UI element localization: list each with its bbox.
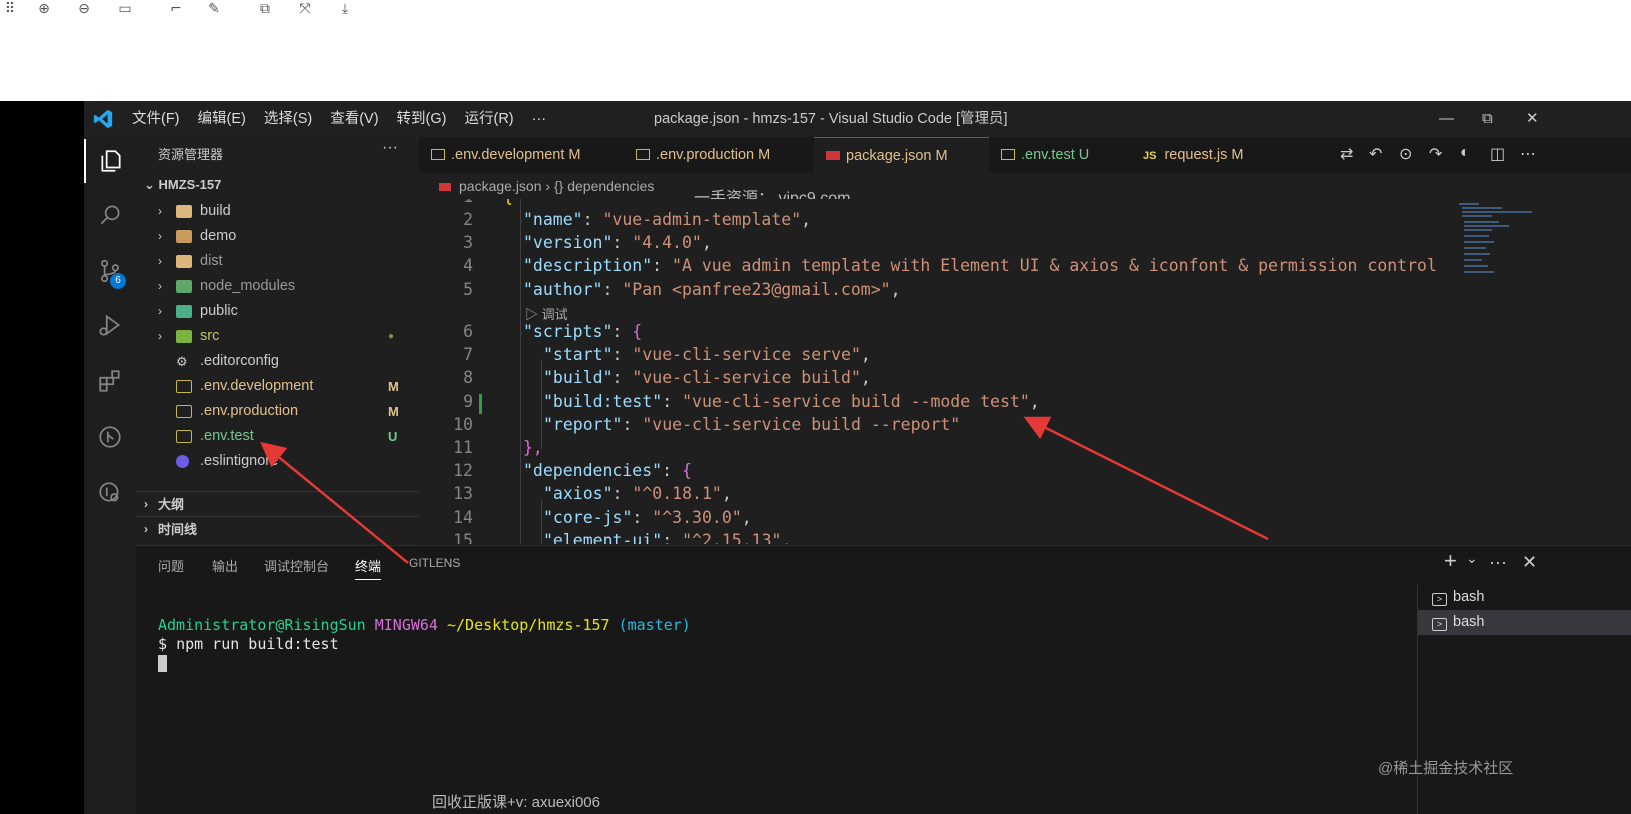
zoom-out-icon[interactable]: ⊖ — [74, 0, 94, 18]
grid-icon[interactable]: ⠿ — [0, 0, 20, 18]
annotation-arrows — [260, 416, 1269, 564]
zoom-in-icon[interactable]: ⊕ — [34, 0, 54, 18]
fullscreen-icon[interactable]: ⤧ — [295, 0, 315, 18]
download-icon[interactable]: ⤓ — [335, 0, 355, 18]
vscode-window: 文件(F) 编辑(E) 选择(S) 查看(V) 转到(G) 运行(R) ··· … — [84, 101, 1631, 814]
edit-icon[interactable]: ✎ — [204, 0, 224, 18]
actual-size-icon[interactable]: ▭ — [115, 0, 135, 18]
arrow-to-build-test — [1023, 416, 1269, 541]
image-viewer-toolbar: ⠿ ⊕ ⊖ ▭ ⌐ ✎ ⧉ ⤧ ⤓ — [0, 0, 1631, 101]
crop-icon[interactable]: ⌐ — [166, 0, 186, 18]
arrow-to-env-test — [260, 441, 409, 564]
copy-icon[interactable]: ⧉ — [255, 0, 275, 18]
black-border — [0, 101, 84, 814]
